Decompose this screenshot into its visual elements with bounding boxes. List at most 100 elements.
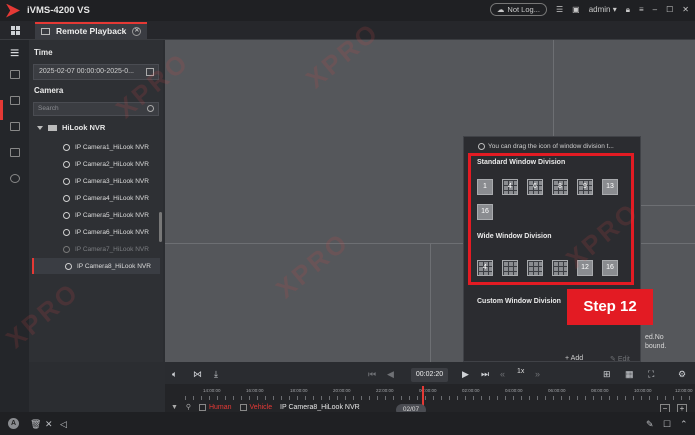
grid-divider — [430, 243, 431, 362]
speed-up-icon[interactable]: » — [535, 369, 540, 379]
close-button[interactable]: ✕ — [682, 5, 689, 14]
camera-item-6[interactable]: IP Camera6_HiLook NVR — [32, 224, 160, 240]
camera-item-7[interactable]: IP Camera7_HiLook NVR — [32, 241, 160, 257]
fullscreen-icon[interactable]: ⛶ — [648, 369, 654, 379]
camera-icon — [63, 228, 70, 236]
popup-hint: You can drag the icon of window division… — [478, 143, 614, 150]
side-text-line-2: bound. — [645, 343, 667, 350]
camera-item-5[interactable]: IP Camera5_HiLook NVR — [32, 207, 160, 223]
popup-hint-text: You can drag the icon of window division… — [488, 143, 614, 151]
camera-icon — [63, 211, 70, 219]
person-icon: ⚲ — [185, 404, 192, 411]
info-icon — [478, 143, 485, 150]
module-grid-icon[interactable] — [11, 25, 20, 35]
mute-icon[interactable]: ◁ — [60, 419, 67, 429]
clip-icon[interactable]: ⋈ — [193, 369, 202, 379]
custom-division-title: Custom Window Division — [477, 298, 561, 305]
date-range-field[interactable]: 2025-02-07 00:00:00-2025-0... — [33, 64, 159, 80]
tick-label: 04:00:00 — [505, 388, 523, 393]
minimize-button[interactable]: – — [653, 5, 657, 14]
grid-layout-icon[interactable]: ▦ — [625, 369, 634, 379]
status-bar: A 🗑︎ ✕ ◁ ✎ ☐ ⌃ — [0, 412, 695, 435]
tick-label: 02:00:00 — [462, 388, 480, 393]
cloud-icon: ☁ — [496, 5, 505, 14]
cloud-login-label: Not Log... — [507, 5, 540, 14]
camera-label-5: IP Camera5_HiLook NVR — [75, 211, 149, 219]
camera-item-8[interactable]: IP Camera8_HiLook NVR — [32, 258, 160, 274]
side-tooltip-text: ed.No bound. — [645, 333, 666, 351]
camera-item-1[interactable]: IP Camera1_HiLook NVR — [32, 139, 160, 155]
highlight-frame — [468, 153, 634, 285]
filter-icon[interactable]: ▼ — [171, 404, 178, 411]
camera-label: Camera — [34, 86, 64, 95]
cloud-login-button[interactable]: ☁ Not Log... — [489, 3, 547, 16]
expand-icon[interactable] — [37, 125, 43, 130]
grid-divider — [553, 40, 554, 136]
frame-back-icon[interactable]: ⏮ — [368, 369, 376, 379]
tick-label: 16:00:00 — [246, 388, 264, 393]
tick-label: 18:00:00 — [290, 388, 308, 393]
camera-label-1: IP Camera1_HiLook NVR — [75, 143, 149, 151]
event-list-icon[interactable] — [10, 122, 20, 131]
vehicle-filter-label: Vehicle — [249, 404, 273, 411]
app-title: iVMS-4200 VS — [27, 5, 90, 16]
volume-off-icon[interactable]: ✕ — [45, 419, 53, 429]
vehicle-checkbox[interactable] — [239, 403, 247, 411]
chevron-up-icon[interactable]: ⌃ — [680, 419, 688, 429]
list-icon[interactable]: ☰ — [556, 5, 563, 14]
search-icon[interactable] — [147, 105, 154, 112]
collapse-menu-icon[interactable]: ≡ — [10, 45, 20, 62]
title-bar: iVMS-4200 VS ☁ Not Log... ☰ ▣ admin ▾ 🔒︎… — [0, 0, 695, 21]
window-division-button[interactable]: ⊞ — [603, 369, 611, 379]
app-logo-icon — [6, 3, 20, 18]
menu-icon[interactable]: ≡ — [639, 5, 644, 14]
image-icon[interactable]: ▣ — [572, 5, 580, 14]
icon-rail: ≡ — [0, 40, 29, 412]
user-menu[interactable]: admin ▾ — [589, 5, 617, 14]
camera-item-3[interactable]: IP Camera3_HiLook NVR — [32, 173, 160, 189]
camera-search-input[interactable]: Search — [33, 102, 159, 116]
maximize-button[interactable]: ☐ — [666, 5, 673, 14]
current-time-display: 00:02:20 — [411, 368, 448, 382]
camera-label-3: IP Camera3_HiLook NVR — [75, 177, 149, 185]
tick-label: 06:00:00 — [548, 388, 566, 393]
tick-label: 14:00:00 — [203, 388, 221, 393]
volume-icon[interactable]: 🔈︎ — [172, 369, 177, 379]
window-icon[interactable]: ☐ — [663, 419, 671, 429]
pin-icon[interactable]: ✎ — [646, 419, 654, 429]
camera-icon — [63, 160, 70, 168]
settings-gear-icon[interactable]: ⚙ — [678, 369, 686, 379]
playback-list-icon[interactable] — [10, 96, 20, 105]
play-button[interactable]: ▶ — [462, 369, 469, 379]
alarm-icon[interactable]: A — [8, 418, 19, 429]
left-panel: Time 2025-02-07 00:00:00-2025-0... Camer… — [29, 40, 163, 362]
titlebar-controls: ☁ Not Log... ☰ ▣ admin ▾ 🔒︎ ≡ – ☐ ✕ — [489, 3, 689, 16]
event-filter-row: ▼ ⚲ Human Vehicle IP Camera8_HiLook NVR — [171, 403, 360, 411]
side-text-line-1: ed.No — [645, 334, 664, 341]
tick-label: 12:00:00 — [675, 388, 693, 393]
download-icon[interactable]: ⤓ — [214, 369, 218, 379]
tree-scrollbar[interactable] — [159, 212, 162, 242]
add-button[interactable]: + Add — [565, 355, 583, 362]
trash-icon[interactable]: 🗑︎ — [30, 419, 41, 429]
next-frame-icon[interactable]: ⏭ — [481, 369, 489, 379]
human-checkbox[interactable] — [198, 403, 206, 411]
tab-label: Remote Playback — [56, 26, 127, 36]
camera-list-icon[interactable] — [10, 70, 20, 79]
camera-item-4[interactable]: IP Camera4_HiLook NVR — [32, 190, 160, 206]
slow-down-icon[interactable]: « — [500, 369, 505, 379]
lock-icon[interactable]: 🔒︎ — [626, 5, 630, 15]
rail-selection-indicator — [0, 100, 3, 120]
tree-node-nvr[interactable]: HiLook NVR — [37, 123, 105, 132]
calendar-icon[interactable] — [146, 68, 154, 76]
camera-icon — [63, 143, 70, 151]
globe-icon[interactable] — [10, 174, 20, 183]
close-icon[interactable]: ✕ — [132, 26, 142, 36]
tab-remote-playback[interactable]: Remote Playback ✕ — [35, 21, 148, 39]
reverse-icon[interactable]: ◀ — [387, 369, 394, 379]
camera-item-2[interactable]: IP Camera2_HiLook NVR — [32, 156, 160, 172]
timeline-camera-name: IP Camera8_HiLook NVR — [280, 404, 360, 411]
camera-label-4: IP Camera4_HiLook NVR — [75, 194, 149, 202]
device-icon[interactable] — [10, 148, 20, 157]
search-placeholder: Search — [38, 105, 59, 112]
